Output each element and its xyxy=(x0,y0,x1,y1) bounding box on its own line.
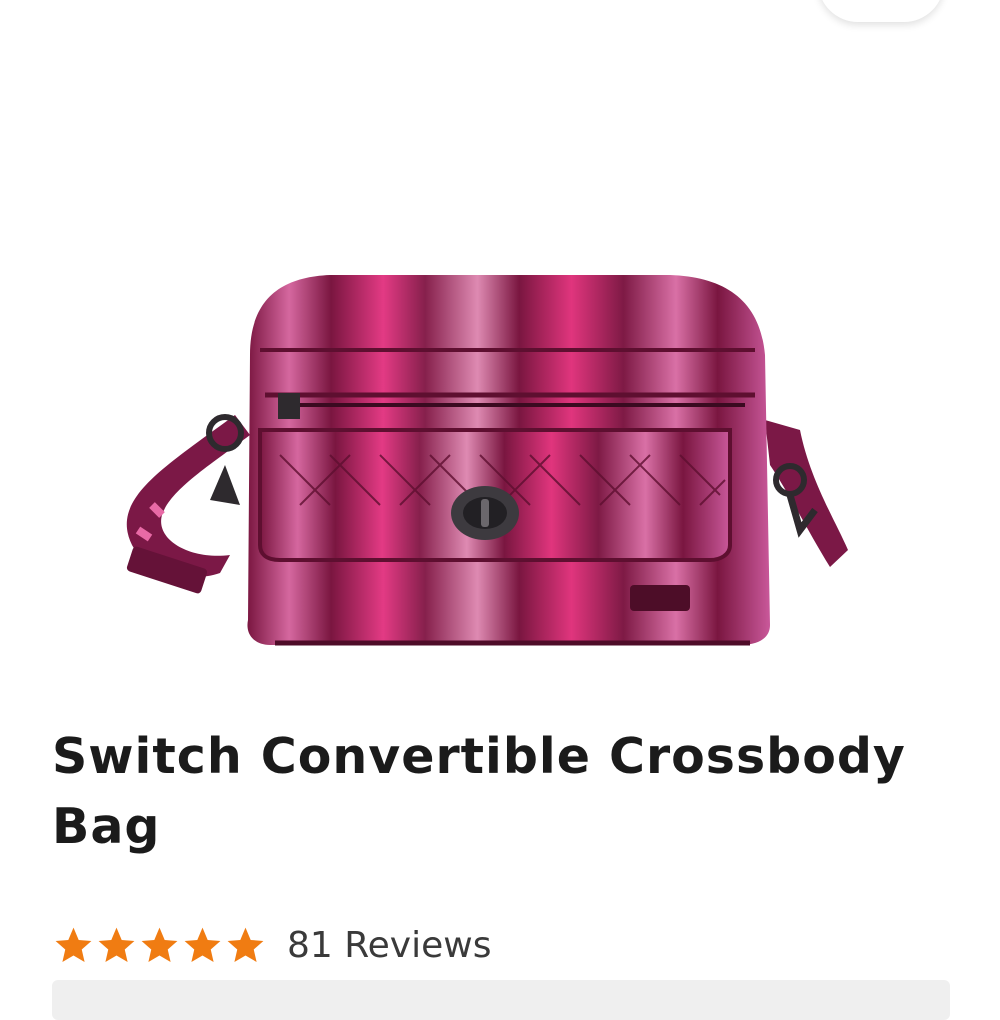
star-icon xyxy=(227,927,264,962)
floating-action-button[interactable] xyxy=(818,0,944,22)
rating-row[interactable]: 81 Reviews xyxy=(52,918,491,972)
star-icon xyxy=(141,927,178,962)
star-icon xyxy=(98,927,135,962)
star-icon xyxy=(184,927,221,962)
star-rating xyxy=(52,924,267,967)
star-icon xyxy=(55,927,92,962)
product-title: Switch Convertible Crossbody Bag xyxy=(52,728,906,855)
product-image[interactable] xyxy=(100,255,900,655)
product-options-panel[interactable] xyxy=(52,980,950,1020)
reviews-link[interactable]: 81 Reviews xyxy=(287,925,491,966)
